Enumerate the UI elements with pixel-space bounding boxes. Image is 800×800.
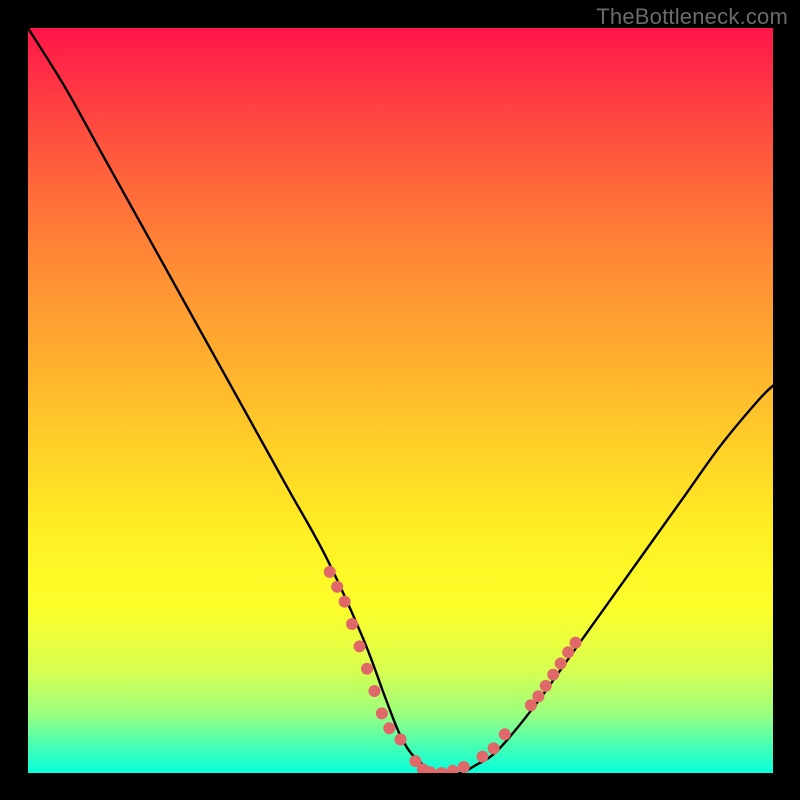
curve-marker — [383, 722, 395, 734]
curve-marker — [555, 657, 567, 669]
curve-marker — [540, 680, 552, 692]
chart-svg — [28, 28, 773, 773]
curve-marker — [376, 707, 388, 719]
curve-marker — [395, 733, 407, 745]
curve-marker — [346, 618, 358, 630]
curve-marker — [499, 728, 511, 740]
curve-marker — [361, 663, 373, 675]
curve-marker — [447, 765, 459, 773]
curve-marker — [458, 761, 470, 773]
curve-marker — [368, 685, 380, 697]
curve-marker — [532, 690, 544, 702]
curve-marker — [324, 566, 336, 578]
curve-marker — [570, 637, 582, 649]
curve-marker — [339, 596, 351, 608]
watermark-text: TheBottleneck.com — [596, 4, 788, 30]
curve-marker — [476, 751, 488, 763]
curve-marker — [488, 742, 500, 754]
curve-marker — [547, 669, 559, 681]
curve-marker — [435, 767, 447, 773]
curve-path — [28, 28, 773, 773]
curve-markers — [324, 566, 582, 773]
bottleneck-curve — [28, 28, 773, 773]
curve-marker — [354, 640, 366, 652]
curve-marker — [562, 646, 574, 658]
chart-frame — [28, 28, 773, 773]
curve-marker — [331, 581, 343, 593]
